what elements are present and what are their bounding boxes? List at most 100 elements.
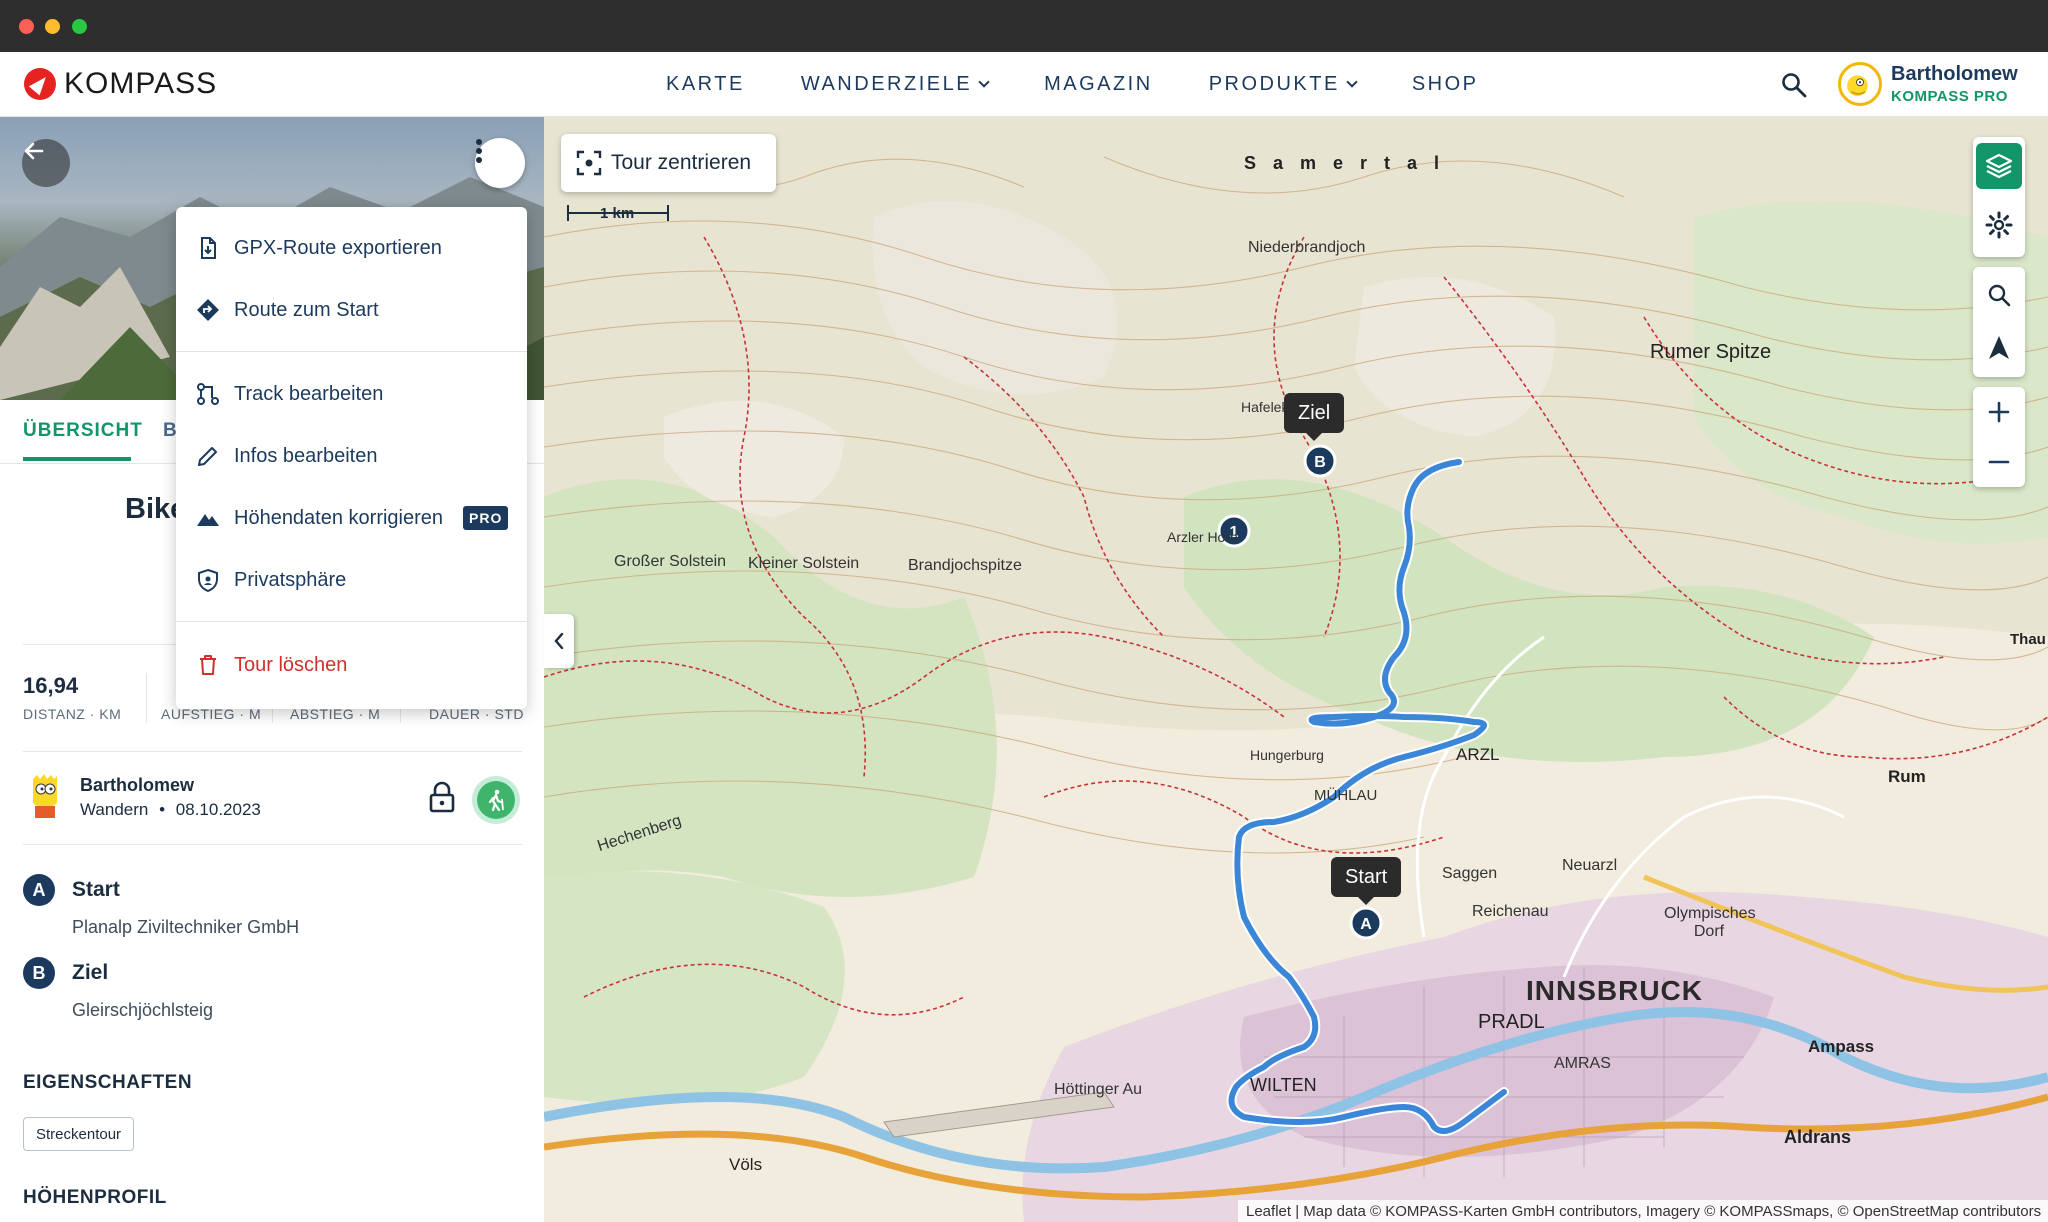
waypoint-start-title[interactable]: Start [72, 878, 120, 902]
locate-me-button[interactable] [1973, 323, 2025, 373]
menu-item-fix-elevation[interactable]: Höhendaten korrigieren PRO [176, 489, 527, 547]
center-tour-label: Tour zentrieren [611, 151, 752, 174]
map-controls-top [1973, 137, 2025, 257]
lock-icon[interactable] [428, 781, 456, 813]
nav-item-shop[interactable]: SHOP [1412, 73, 1479, 96]
marker-end-label: B [1314, 454, 1326, 471]
menu-label: Track bearbeiten [234, 382, 384, 405]
nav-label: KARTE [666, 73, 745, 95]
directions-icon [197, 299, 219, 321]
plus-icon [1988, 401, 2010, 423]
waypoint-start-badge: A [23, 874, 55, 906]
activity-type: Wandern [80, 800, 149, 819]
divider [23, 844, 522, 845]
track-edit-icon [197, 383, 219, 405]
layers-icon [1985, 153, 2013, 179]
menu-item-gpx-export[interactable]: GPX-Route exportieren [176, 219, 527, 277]
tab-uebersicht[interactable]: ÜBERSICHT [23, 420, 143, 461]
menu-item-delete-tour[interactable]: Tour löschen [176, 636, 527, 694]
gear-icon [1985, 211, 2013, 239]
map-label-arzler-horn: Arzler Horn [1167, 529, 1238, 545]
map-label-voels: Völs [729, 1155, 763, 1174]
layers-button[interactable] [1973, 140, 2025, 192]
map-marker-start[interactable]: A [1349, 906, 1383, 940]
map-label-rumer-spitze: Rumer Spitze [1650, 341, 1772, 363]
map-label-wilten: WILTEN [1250, 1075, 1317, 1095]
stat-distance-label: DISTANZ · KM [23, 706, 122, 722]
nav-item-magazin[interactable]: MAGAZIN [1044, 73, 1153, 96]
map-label-ampass: Ampass [1808, 1037, 1875, 1056]
site-header: KOMPASS KARTE WANDERZIELE MAGAZIN PRODUK… [0, 52, 2048, 117]
shield-icon [198, 568, 218, 592]
waypoint-end-title[interactable]: Ziel [72, 961, 108, 985]
map-marker-end[interactable]: B [1303, 444, 1337, 478]
stat-distance-value: 16,94 [23, 673, 79, 698]
main-nav: KARTE WANDERZIELE MAGAZIN PRODUKTE SHOP [666, 52, 1535, 117]
map-search-button[interactable] [1973, 270, 2025, 320]
activity-inner [477, 781, 515, 819]
trash-icon [200, 655, 216, 675]
tooltip-end: Ziel [1284, 393, 1345, 441]
map-label-reichenau: Reichenau [1472, 903, 1549, 920]
mountain-icon [197, 514, 219, 526]
map-label-hottinger-au: Höttinger Au [1054, 1081, 1143, 1098]
avatar-icon [1847, 75, 1868, 97]
nav-label: WANDERZIELE [800, 73, 973, 95]
brand-logo[interactable]: KOMPASS [24, 66, 217, 102]
map-attribution[interactable]: Leaflet | Map data © KOMPASS-Karten GmbH… [1238, 1200, 2048, 1222]
map-label-saggen: Saggen [1442, 865, 1498, 882]
window-titlebar [0, 0, 2048, 52]
menu-label: Höhendaten korrigieren [234, 506, 444, 529]
pencil-icon [198, 447, 217, 466]
tooltip-start: Start [1331, 857, 1402, 905]
nav-item-karte[interactable]: KARTE [666, 73, 745, 96]
center-tour-button[interactable]: Tour zentrieren [561, 134, 776, 192]
map-label-pradl: PRADL [1478, 1011, 1545, 1033]
map-controls-middle [1973, 267, 2025, 377]
elevation-profile-title: HÖHENPROFIL [23, 1187, 167, 1208]
minus-icon [1988, 460, 2010, 464]
navigation-arrow-icon [1989, 336, 2009, 359]
zoom-in-button[interactable] [1973, 387, 2025, 437]
nav-item-produkte[interactable]: PRODUKTE [1209, 73, 1358, 96]
map-label-muehlau: MÜHLAU [1314, 787, 1378, 804]
collapse-panel-button[interactable] [544, 614, 574, 668]
menu-item-edit-track[interactable]: Track bearbeiten [176, 365, 527, 423]
nav-item-wanderziele[interactable]: WANDERZIELE [800, 73, 990, 96]
map-settings-button[interactable] [1973, 199, 2025, 251]
nav-label: MAGAZIN [1044, 73, 1153, 95]
author-meta: Wandern • 08.10.2023 [80, 800, 261, 820]
brand-name: KOMPASS [64, 67, 218, 100]
window-close-button[interactable] [19, 19, 34, 34]
map-label-olympisches-dorf: Olympisches Dorf [1664, 905, 1756, 940]
map-label-samertal: S a m e r t a l [1244, 153, 1446, 173]
menu-item-edit-infos[interactable]: Infos bearbeiten [176, 427, 527, 485]
layers-button-bg [1976, 143, 2022, 189]
menu-item-privacy[interactable]: Privatsphäre [176, 551, 527, 609]
menu-label: Infos bearbeiten [234, 444, 378, 467]
user-menu[interactable]: Bartholomew KOMPASS PRO [1891, 63, 2018, 105]
arrow-left-icon [24, 142, 44, 160]
map-label-kleiner-solstein: Kleiner Solstein [748, 555, 860, 572]
map-label-thaur: Thau [2010, 631, 2046, 648]
activity-hiking-button[interactable] [472, 776, 520, 824]
map-label-hungerburg: Hungerburg [1250, 747, 1324, 763]
focus-center-icon [576, 150, 602, 176]
tour-options-menu: GPX-Route exportieren Route zum Start Tr… [176, 207, 527, 709]
more-options-button[interactable] [475, 138, 525, 188]
back-button[interactable] [22, 139, 70, 187]
topographic-map[interactable]: B 1 A S a m e r t a l Niederbrandjoch Ru… [544, 117, 2048, 1222]
search-icon[interactable] [1781, 72, 1807, 98]
menu-divider [176, 621, 527, 622]
divider [23, 751, 522, 752]
window-minimize-button[interactable] [45, 19, 60, 34]
tour-date: 08.10.2023 [175, 800, 261, 819]
window-maximize-button[interactable] [72, 19, 87, 34]
zoom-out-button[interactable] [1973, 437, 2025, 487]
author-name[interactable]: Bartholomew [80, 775, 194, 796]
menu-item-route-to-start[interactable]: Route zum Start [176, 281, 527, 339]
menu-divider [176, 351, 527, 352]
user-avatar[interactable] [1838, 62, 1882, 106]
menu-label: GPX-Route exportieren [234, 236, 442, 259]
waypoint-end-subtitle: Gleirschjöchlsteig [72, 1000, 214, 1020]
